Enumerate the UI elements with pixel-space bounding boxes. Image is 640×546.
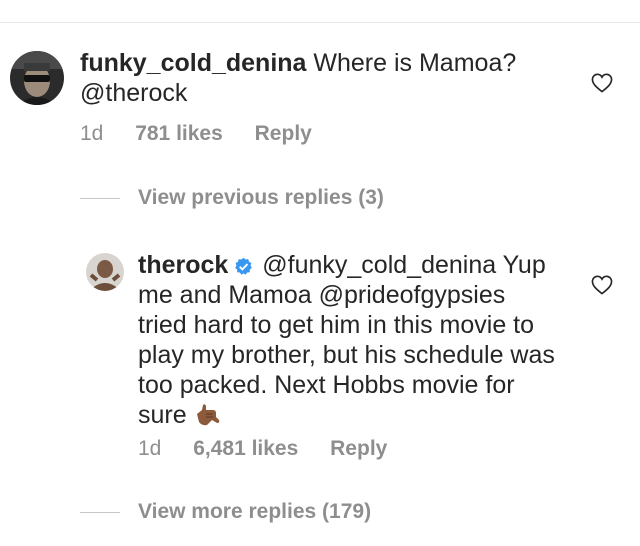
comment-meta: 1d 781 likes Reply [80,122,338,146]
verified-badge-icon [235,257,253,275]
view-previous-replies-label: View previous replies (3) [138,186,384,209]
heart-outline-icon[interactable] [591,73,613,93]
profile-photo-icon [86,253,124,291]
top-divider [0,22,640,23]
comment-likes[interactable]: 781 likes [135,122,223,145]
profile-photo-icon [10,51,64,105]
comment-body: therock @funky_cold_denina Yup me and Ma… [138,250,558,430]
view-more-replies-button[interactable]: View more replies (179) [80,500,371,524]
view-previous-replies-button[interactable]: View previous replies (3) [80,186,384,210]
heart-outline-icon[interactable] [591,275,613,295]
avatar-funky-cold-denina[interactable] [10,51,64,105]
avatar-therock[interactable] [86,253,124,291]
comment-time: 1d [138,437,162,460]
comment-username[interactable]: funky_cold_denina [80,49,306,77]
replies-divider [80,197,120,199]
reply-button[interactable]: Reply [255,122,312,145]
comment-username[interactable]: therock [138,251,228,279]
comment-body: funky_cold_denina Where is Mamoa? @thero… [80,48,550,108]
call-me-hand-emoji [196,404,219,426]
comment-time: 1d [80,122,104,145]
comment-meta: 1d 6,481 likes Reply [138,437,413,461]
replies-divider [80,511,120,513]
view-more-replies-label: View more replies (179) [138,500,372,523]
reply-button[interactable]: Reply [330,437,387,460]
comment-likes[interactable]: 6,481 likes [193,437,298,460]
